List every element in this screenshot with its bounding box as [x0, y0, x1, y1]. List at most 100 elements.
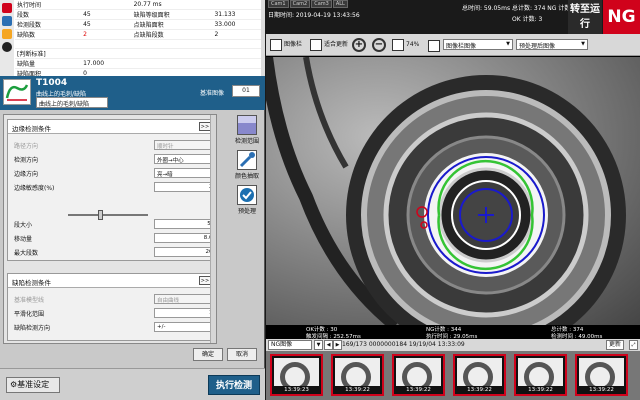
chevron-down-icon[interactable]: ▼ [314, 340, 323, 350]
stats-cell: [判断标准] [15, 48, 82, 59]
defect-group-header: 缺陷检测条件 >> [8, 274, 214, 288]
run-inspection-button[interactable]: 执行检测 [208, 375, 260, 395]
setting-value: 顺时针 [157, 144, 174, 150]
stats-cell [81, 48, 132, 59]
stats-row [15, 39, 263, 49]
chevron-down-icon: ▼ [581, 41, 585, 47]
setting-label: 基准模型线 [14, 297, 45, 304]
stats-icon-column [0, 0, 14, 76]
image-select-value: 图像栏图像 [446, 43, 477, 50]
tool-id: T1004 [36, 78, 68, 88]
total-time: 总时间: 59.05ms [462, 5, 511, 12]
color-extract-button[interactable]: 颜色抽取 [230, 150, 264, 180]
tool-description-field[interactable]: 曲线上的毛刺/缺陷 [36, 97, 108, 108]
image-strip-label: 图像栏 [284, 41, 303, 48]
range-icon [237, 115, 257, 135]
stats-cell: 2 [212, 29, 263, 40]
edge-group-title: 边缘检测条件 [12, 125, 51, 133]
setting-label: 边缘方向 [14, 171, 39, 178]
camera-icon [270, 38, 282, 51]
cancel-button[interactable]: 取消 [227, 348, 257, 361]
slider-handle[interactable] [98, 210, 103, 220]
image-select[interactable]: 图像栏图像 ▼ [443, 39, 513, 50]
run-mode-button[interactable]: 转至运行 [568, 0, 602, 34]
stats-cell [131, 48, 213, 59]
setting-row: 边缘方向 亮→暗▼ [14, 168, 216, 179]
ng-thumbnail[interactable]: 13:39:22 [453, 354, 506, 396]
ok-button[interactable]: 确定 [193, 348, 223, 361]
base-image-field[interactable]: 01 [232, 85, 260, 97]
info-icon[interactable] [2, 16, 12, 26]
update-button[interactable]: 更新 [606, 340, 625, 350]
next-icon[interactable]: ▶ [333, 340, 342, 350]
stats-table: 执行时间 20.77 ms 段数 45 缺陷等级面积 31.133 检测段数 45 点缺陷面积 3… [15, 0, 263, 79]
preprocess-select-value: 预处理后图像 [519, 43, 556, 50]
camera-tab[interactable]: ALL [332, 0, 348, 8]
preprocess-button[interactable]: 预处理 [230, 185, 264, 215]
ng-thumbnail[interactable]: 13:39:23 [270, 354, 323, 396]
ng-thumbnail[interactable]: 13:39:22 [575, 354, 628, 396]
base-settings-button[interactable]: ⚙基准设定 [6, 377, 60, 393]
warning-icon[interactable] [2, 29, 12, 39]
stats-cell: 缺陷数 [15, 29, 82, 40]
setting-number-field[interactable]: 260 [154, 247, 216, 257]
range-button[interactable]: 检测范围 [230, 115, 264, 145]
setting-row: 段大小 5.0 [14, 219, 216, 230]
eyedropper-icon [237, 150, 257, 170]
stats-cell [131, 39, 213, 49]
zoom-fit-icon[interactable] [392, 38, 404, 51]
ng-thumbnail[interactable]: 13:39:22 [392, 354, 445, 396]
ng-thumbnail[interactable]: 13:39:22 [331, 354, 384, 396]
setting-number-field[interactable]: 21 [154, 182, 216, 192]
stats-row: 缺陷数 2 点缺陷段数 2 [15, 29, 263, 40]
thumbnail-filter-select[interactable]: NG图像 [268, 340, 312, 350]
stats-cell [15, 39, 82, 49]
setting-select[interactable]: +/-▼ [154, 322, 216, 332]
help-icon[interactable] [2, 42, 12, 52]
zoom-out-button[interactable]: − [372, 37, 386, 53]
setting-select[interactable]: 亮→暗▼ [154, 168, 216, 178]
stats-cell: 缺陷等级面积 [131, 9, 213, 20]
zoom-in-icon: + [352, 37, 366, 52]
sensitivity-slider[interactable] [68, 210, 148, 220]
settings-panel: 执行时间 20.77 ms 段数 45 缺陷等级面积 31.133 检测段数 45 点缺陷面积 3… [0, 0, 265, 400]
zoom-in-button[interactable]: + [352, 37, 366, 53]
ng-thumbnail[interactable]: 13:39:22 [514, 354, 567, 396]
expand-icon[interactable]: ⤢ [629, 340, 638, 350]
range-button-label: 检测范围 [234, 138, 259, 145]
setting-label: 路径方向 [14, 143, 39, 150]
image-view-panel: Cam1 Cam2 Cam3 ALL 日期时间: 2019-04-19 13:43:5… [266, 0, 640, 400]
base-image-label: 基准图像 [200, 90, 225, 97]
inspection-image[interactable] [266, 57, 640, 325]
setting-value: +/- [157, 324, 166, 330]
image-strip-button[interactable]: 图像栏 [270, 37, 302, 53]
image-select-icon [428, 38, 442, 54]
setting-select: 顺时针▼ [154, 140, 216, 150]
setting-select[interactable]: 外圈→中心▼ [154, 154, 216, 164]
stats-cell: 缺陷量 [15, 58, 82, 69]
preprocess-select[interactable]: 预处理后图像 ▼ [516, 39, 588, 50]
setting-number-field[interactable]: 5.0 [154, 219, 216, 229]
thumbnail-image [518, 358, 563, 386]
setting-row: 路径方向 顺时针▼ [14, 140, 216, 151]
thumbnail-strip: 13:39:23 13:39:22 13:39:22 13:39:22 13:39:22… [266, 351, 640, 400]
conditions-scrollbar[interactable] [210, 115, 216, 343]
thumbnail-image [396, 358, 441, 386]
camera-tab[interactable]: Cam2 [289, 0, 311, 8]
setting-number-field[interactable]: 15 [154, 308, 216, 318]
fit-update-button[interactable]: 适合更新 [310, 37, 348, 53]
setting-label: 平滑化范围 [14, 311, 45, 318]
stats-cell: 31.133 [212, 9, 263, 20]
camera-tab[interactable]: Cam3 [311, 0, 332, 8]
stats-row: 检测段数 45 点缺陷面积 33.000 [15, 19, 263, 30]
stats-cell: 17.000 [81, 58, 132, 69]
setting-row: 最大段数 260 [14, 247, 216, 258]
setting-number-field[interactable]: 8.00 [154, 233, 216, 243]
stats-cell: 点缺陷段数 [131, 29, 213, 40]
camera-tab[interactable]: Cam1 [268, 0, 289, 8]
preprocess-label: 预处理 [237, 208, 256, 215]
stats-scrollbar[interactable] [261, 0, 265, 76]
prev-icon[interactable]: ◀ [324, 340, 333, 350]
error-icon[interactable] [2, 3, 12, 13]
thumbnail-time: 13:39:22 [467, 387, 492, 393]
